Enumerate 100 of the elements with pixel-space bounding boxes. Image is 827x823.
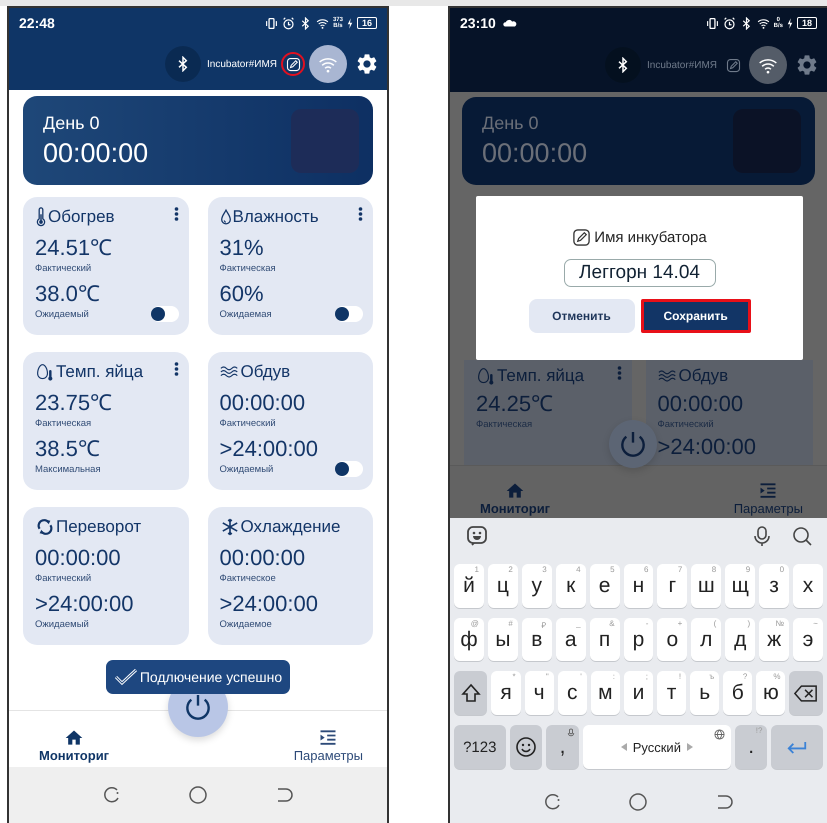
keyboard-key[interactable]: 2 ц (488, 564, 518, 608)
keyboard-key[interactable]: ~ э (793, 618, 823, 662)
key-hint: ! (678, 672, 682, 682)
keyboard-key[interactable] (510, 725, 542, 770)
more-icon[interactable] (174, 362, 178, 376)
toggle-switch[interactable] (335, 461, 363, 477)
key-hint: 9 (746, 564, 750, 574)
vibrate-icon (264, 16, 278, 30)
keyboard-key[interactable]: ' с (558, 671, 587, 716)
reading-value: 00:00:00 (220, 390, 306, 416)
keyboard-key[interactable]: - р (624, 618, 654, 662)
keyboard-key[interactable]: + о (657, 618, 688, 662)
keyboard-key[interactable]: 7 г (657, 564, 688, 608)
keyboard-key[interactable]: 8 ш (691, 564, 722, 608)
key-hint: _ (576, 618, 581, 628)
key-hint: 2 (508, 564, 513, 574)
keyboard-key[interactable]: # ы (488, 618, 518, 662)
keyboard-key[interactable]: _ а (556, 618, 586, 662)
key-hint: ? (742, 672, 748, 682)
more-icon[interactable] (174, 207, 178, 221)
alarm-icon (282, 16, 295, 30)
settings-icon[interactable] (355, 52, 379, 76)
left-caret-icon (620, 743, 627, 752)
edit-icon (286, 56, 300, 72)
keyboard-key[interactable]: 1 й (454, 564, 484, 608)
charging-icon (786, 18, 793, 28)
keyboard-key[interactable]: ) д (725, 618, 756, 662)
card-title: Обдув (678, 366, 730, 386)
key-hint: % (773, 672, 780, 682)
keyboard-key[interactable] (454, 671, 488, 716)
bluetooth-button[interactable] (605, 47, 641, 83)
microphone-icon (566, 728, 575, 738)
keyboard-key[interactable]: 0 з (759, 564, 790, 608)
keyboard-key[interactable]: @ ф (454, 618, 484, 662)
nav-tab[interactable]: Мониториг (39, 728, 110, 763)
key-hint: + (678, 618, 682, 628)
keyboard-key[interactable]: 6 н (624, 564, 654, 608)
pencil-icon (572, 228, 592, 247)
keyboard-key[interactable]: , (546, 725, 579, 770)
dialog-title: Имя инкубатора (594, 229, 707, 246)
card-title: Переворот (56, 517, 142, 537)
keyboard-key[interactable]: ! т (657, 671, 686, 716)
reading-label: Ожидаемый (35, 618, 89, 630)
reading-label: Ожидаемое (220, 618, 272, 630)
bluetooth-button[interactable] (165, 46, 201, 82)
status-time: 22:48 (19, 15, 55, 31)
keyboard-key[interactable]: % ю (756, 671, 786, 716)
reading-value: 23.75℃ (35, 390, 114, 416)
thermometer-icon (35, 207, 47, 227)
wifi-button[interactable] (749, 46, 787, 84)
keyboard-key[interactable]: 9 щ (725, 564, 756, 608)
edit-button[interactable] (281, 52, 305, 76)
keyboard-key[interactable]: & п (590, 618, 620, 662)
battery-level: 18 (796, 17, 817, 29)
cancel-button[interactable]: Отменить (528, 299, 634, 333)
key-hint: 7 (678, 564, 682, 574)
reading-label: Фактическая (220, 262, 276, 274)
reading-value: >24:00:00 (658, 434, 757, 460)
wifi-button[interactable] (309, 45, 347, 83)
keyboard-key[interactable]: Русский (582, 725, 731, 770)
keyboard-key[interactable]: ъ ь (690, 671, 720, 716)
keyboard-key[interactable]: ? б (723, 671, 752, 716)
key-hint: № (775, 618, 784, 628)
keyboard-key[interactable] (789, 671, 823, 716)
keyboard-key[interactable]: 5 е (590, 564, 620, 608)
key-hint: ₽ (542, 620, 547, 630)
keyboard-key[interactable]: * я (491, 671, 521, 716)
more-icon[interactable] (358, 207, 363, 221)
wifi-icon (758, 56, 778, 74)
sticker-icon[interactable] (466, 524, 488, 547)
keyboard-key[interactable]: х (793, 564, 823, 608)
microphone-icon[interactable] (751, 524, 773, 547)
status-time: 23:10 (460, 15, 496, 31)
nav-tab[interactable]: Параметры (294, 728, 363, 763)
shift-icon (460, 683, 481, 704)
keyboard-key[interactable]: ( л (691, 618, 722, 662)
battery-level: 16 (356, 17, 377, 29)
keyboard-key[interactable]: !? . (734, 725, 768, 770)
name-input-field[interactable]: Леггорн 14.04 (564, 259, 716, 287)
keyboard-key[interactable]: ?123 (454, 725, 506, 770)
reading-value: 38.5℃ (35, 436, 101, 462)
key-hint: 4 (576, 564, 581, 574)
keyboard-key[interactable]: № ж (759, 618, 790, 662)
backspace-icon (794, 684, 818, 702)
key-hint: 5 (610, 564, 615, 574)
wifi-icon (318, 56, 338, 72)
home-icon[interactable] (628, 792, 648, 812)
reading-value: 31% (220, 235, 265, 261)
keyboard-key[interactable]: ; и (624, 671, 654, 716)
home-icon[interactable] (188, 785, 208, 805)
keyboard-key[interactable]: 4 к (556, 564, 586, 608)
toggle-switch[interactable] (150, 306, 178, 322)
card-title: Охлаждение (240, 517, 342, 537)
keyboard-key[interactable]: " ч (524, 671, 554, 716)
keyboard-key[interactable]: ₽ в (522, 618, 552, 662)
search-icon[interactable] (791, 524, 813, 547)
save-button[interactable]: Сохранить (640, 299, 750, 333)
keyboard-key[interactable]: : м (590, 671, 620, 716)
keyboard-key[interactable]: 3 у (522, 564, 552, 608)
toggle-switch[interactable] (335, 306, 363, 322)
